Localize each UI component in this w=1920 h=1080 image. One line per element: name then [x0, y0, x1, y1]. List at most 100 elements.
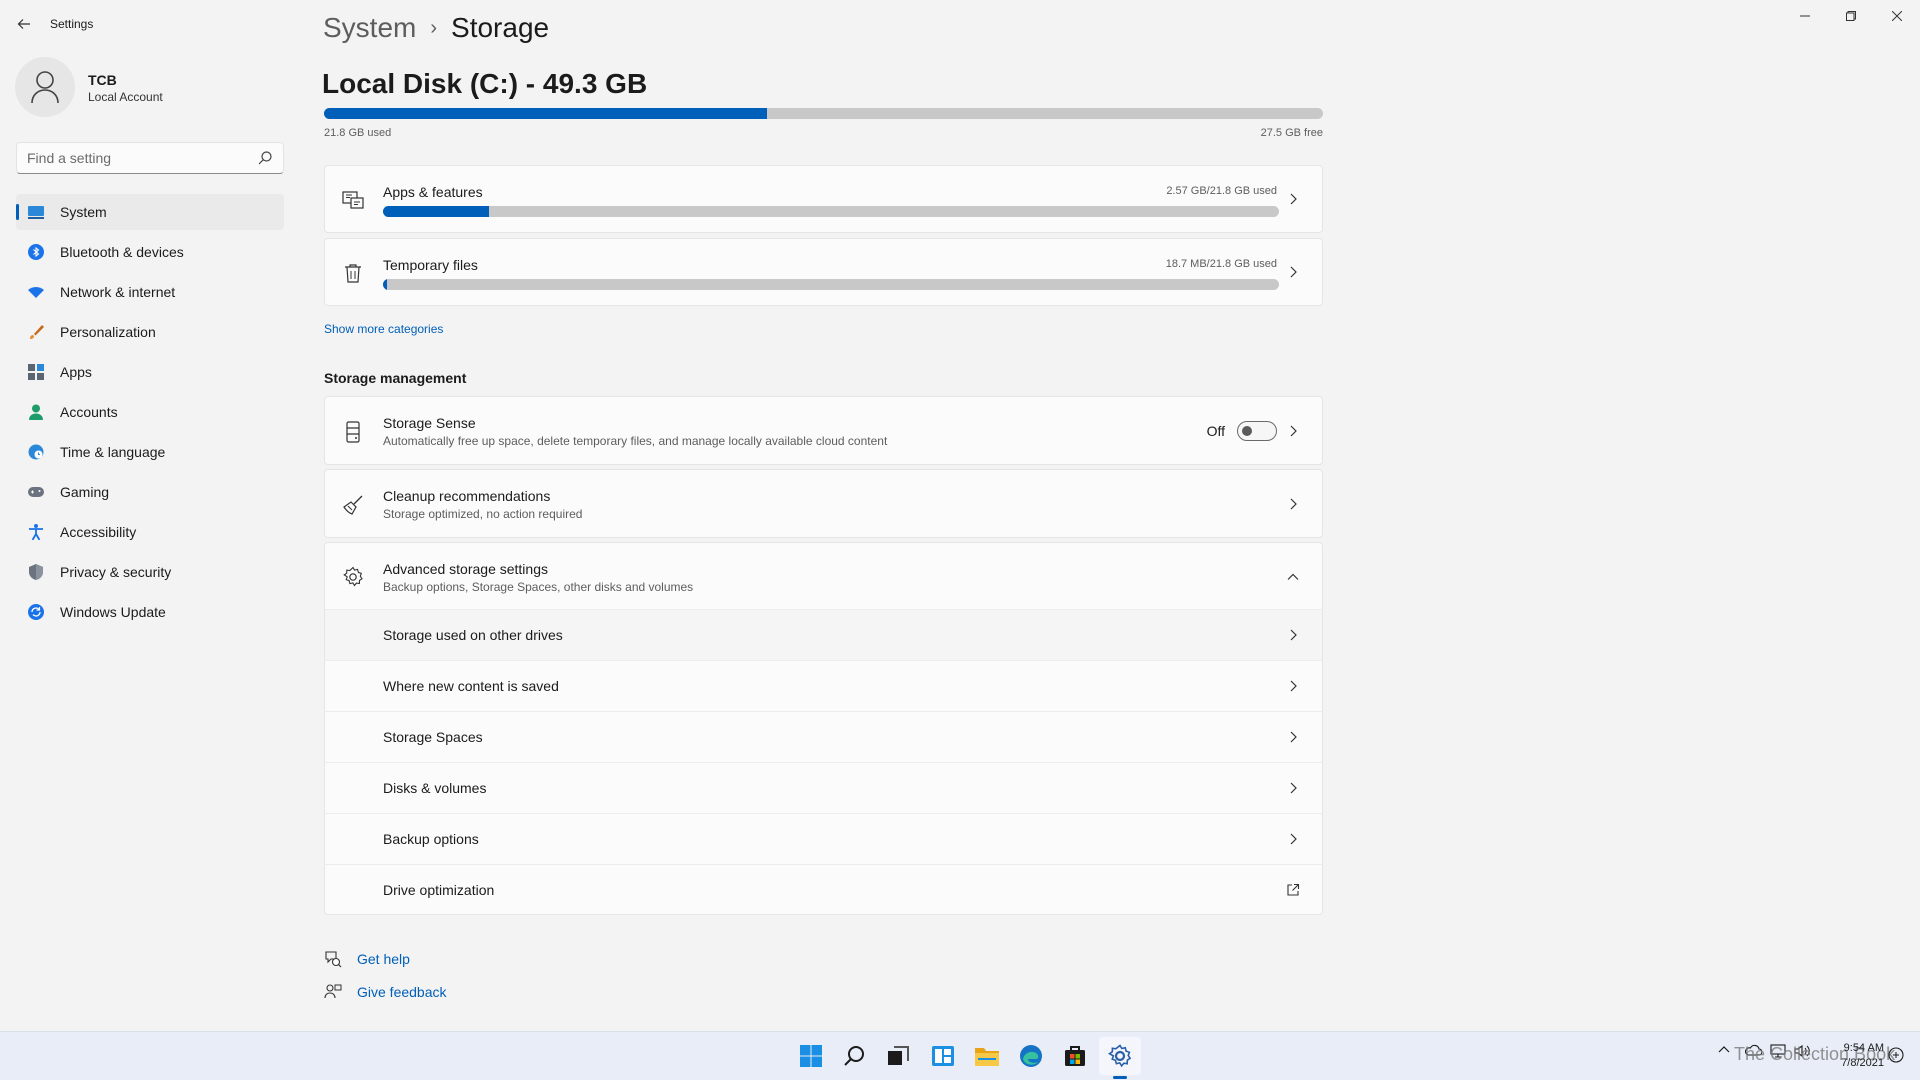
start-button[interactable]	[797, 1042, 825, 1070]
brush-icon	[30, 325, 44, 339]
store-icon	[1065, 1046, 1085, 1066]
cleanup-recommendations-row[interactable]: Cleanup recommendations Storage optimize…	[324, 469, 1323, 538]
row-label: Disks & volumes	[383, 780, 487, 796]
widgets-button[interactable]	[929, 1042, 957, 1070]
backup-options-row[interactable]: Backup options	[324, 813, 1323, 864]
sidebar-item-label: Personalization	[60, 324, 156, 340]
search-box[interactable]	[16, 142, 284, 174]
storage-other-drives-row[interactable]: Storage used on other drives	[324, 609, 1323, 660]
give-feedback-link[interactable]: Give feedback	[357, 984, 447, 1000]
clock-time[interactable]: 9:54 AM	[1832, 1042, 1884, 1054]
category-usage-bar	[383, 206, 1279, 217]
sidebar-item-gaming[interactable]: Gaming	[16, 474, 284, 510]
storage-sense-title: Storage Sense	[383, 415, 476, 431]
taskbar-search-button[interactable]	[841, 1042, 869, 1070]
page-title: Storage	[451, 12, 550, 43]
close-icon	[1892, 11, 1902, 21]
chevron-right-icon	[1290, 498, 1297, 510]
disk-title: Local Disk (C:) - 49.3 GB	[322, 68, 648, 99]
gear-icon	[343, 566, 363, 587]
sidebar-item-label: Time & language	[60, 444, 166, 460]
storage-spaces-row[interactable]: Storage Spaces	[324, 711, 1323, 762]
breadcrumb-parent[interactable]: System	[323, 12, 416, 44]
give-feedback-row[interactable]: Give feedback	[324, 982, 447, 1002]
user-name: TCB	[88, 72, 117, 88]
advanced-storage-title: Advanced storage settings	[383, 561, 548, 577]
widgets-icon	[932, 1046, 954, 1066]
sidebar-item-label: Bluetooth & devices	[60, 244, 184, 260]
sidebar-item-accounts[interactable]: Accounts	[16, 394, 284, 430]
search-input[interactable]	[27, 143, 247, 173]
disk-used-label: 21.8 GB used	[324, 127, 392, 139]
advanced-storage-subtitle: Backup options, Storage Spaces, other di…	[383, 580, 694, 594]
show-more-categories-link[interactable]: Show more categories	[324, 322, 443, 336]
advanced-storage-settings-row[interactable]: Advanced storage settings Backup options…	[324, 542, 1323, 610]
title-bar: Settings	[0, 0, 1920, 48]
feedback-icon	[324, 984, 342, 999]
trash-icon	[345, 264, 361, 283]
get-help-row[interactable]: Get help	[324, 949, 410, 969]
sidebar-item-personalization[interactable]: Personalization	[16, 314, 284, 350]
monitor-icon	[28, 206, 44, 219]
help-icon	[325, 951, 342, 968]
get-help-link[interactable]: Get help	[357, 951, 410, 967]
chevron-right-icon	[1290, 782, 1297, 794]
maximize-button[interactable]	[1828, 0, 1874, 32]
storage-sense-row[interactable]: Storage Sense Automatically free up spac…	[324, 396, 1323, 465]
storage-sense-toggle[interactable]	[1237, 421, 1277, 441]
maximize-icon	[1846, 11, 1856, 21]
sidebar-item-label: System	[60, 204, 107, 220]
category-usage: 2.57 GB/21.8 GB used	[1166, 185, 1277, 197]
chevron-right-icon	[1290, 833, 1297, 845]
breadcrumb: System › Storage	[323, 12, 549, 44]
user-profile[interactable]: TCB Local Account	[15, 57, 275, 117]
disk-free-label: 27.5 GB free	[1260, 127, 1323, 139]
sidebar-item-windows-update[interactable]: Windows Update	[16, 594, 284, 630]
sidebar-item-time-language[interactable]: Time & language	[16, 434, 284, 470]
storage-sense-subtitle: Automatically free up space, delete temp…	[383, 434, 888, 448]
sidebar-item-label: Accounts	[60, 404, 118, 420]
disks-volumes-row[interactable]: Disks & volumes	[324, 762, 1323, 813]
row-label: Drive optimization	[383, 882, 495, 898]
sidebar-item-apps[interactable]: Apps	[16, 354, 284, 390]
avatar	[15, 57, 75, 117]
chevron-right-icon	[1290, 731, 1297, 743]
notifications-button[interactable]	[1888, 1047, 1904, 1066]
apps-icon	[28, 364, 44, 380]
clock-date[interactable]: 7/8/2021	[1832, 1057, 1884, 1069]
sidebar-item-accessibility[interactable]: Accessibility	[16, 514, 284, 550]
windows-start-icon	[800, 1045, 822, 1067]
back-button[interactable]	[12, 12, 36, 36]
category-temporary-files[interactable]: Temporary files 18.7 MB/21.8 GB used	[324, 238, 1323, 306]
sidebar-item-system[interactable]: System	[16, 194, 284, 230]
tray-overflow-button[interactable]	[1718, 1044, 1730, 1059]
update-icon	[28, 604, 44, 620]
file-explorer-button[interactable]	[973, 1042, 1001, 1070]
chevron-right-icon	[1290, 193, 1297, 205]
sidebar-item-privacy[interactable]: Privacy & security	[16, 554, 284, 590]
settings-taskbar-button[interactable]	[1106, 1042, 1134, 1070]
close-button[interactable]	[1874, 0, 1920, 32]
chevron-right-icon	[1290, 425, 1297, 437]
minimize-button[interactable]	[1782, 0, 1828, 32]
sidebar-item-bluetooth[interactable]: Bluetooth & devices	[16, 234, 284, 270]
globe-clock-icon	[28, 444, 44, 460]
apps-features-icon	[342, 191, 364, 209]
minimize-icon	[1800, 15, 1810, 17]
file-explorer-icon	[975, 1048, 999, 1066]
taskbar: The Collection Book 9:54 AM 7/8/2021	[0, 1031, 1920, 1080]
broom-icon	[343, 495, 363, 515]
external-link-icon	[1287, 883, 1300, 896]
notification-icon	[1888, 1047, 1904, 1063]
new-content-saved-row[interactable]: Where new content is saved	[324, 660, 1323, 711]
wifi-icon	[28, 287, 44, 298]
category-apps-features[interactable]: Apps & features 2.57 GB/21.8 GB used	[324, 165, 1323, 233]
chevron-up-icon	[1287, 573, 1299, 580]
sidebar-item-network[interactable]: Network & internet	[16, 274, 284, 310]
user-account-type: Local Account	[88, 90, 163, 104]
drive-optimization-row[interactable]: Drive optimization	[324, 864, 1323, 915]
edge-button[interactable]	[1017, 1042, 1045, 1070]
task-view-button[interactable]	[884, 1042, 912, 1070]
search-icon	[844, 1046, 864, 1066]
store-button[interactable]	[1061, 1042, 1089, 1070]
